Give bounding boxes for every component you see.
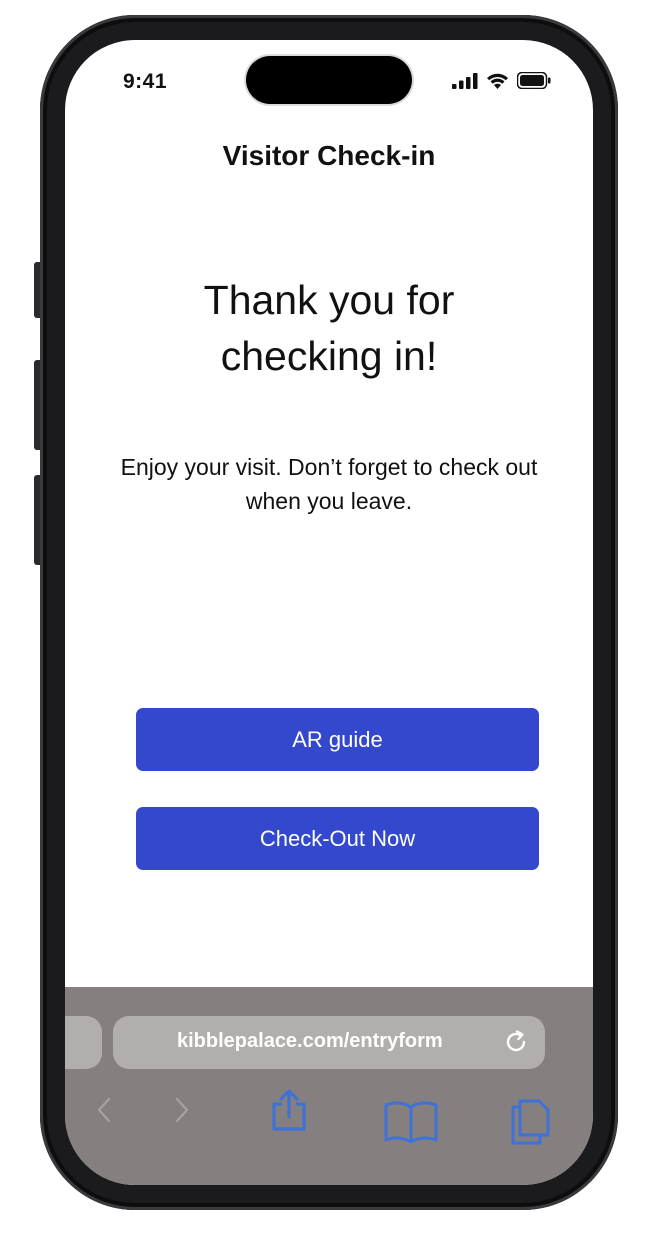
browser-bar: kibblepalace.com/entryform: [65, 987, 593, 1185]
check-out-button[interactable]: Check-Out Now: [136, 807, 539, 870]
back-icon[interactable]: [95, 1095, 113, 1125]
confirmation-message: Enjoy your visit. Don’t forget to check …: [120, 454, 538, 514]
share-icon[interactable]: [268, 1087, 310, 1133]
action-button: [34, 262, 40, 318]
address-bar[interactable]: kibblepalace.com/entryform: [113, 1016, 545, 1069]
dynamic-island: [246, 56, 412, 104]
screen: 9:41 Visitor Check-in Thank you for chec…: [65, 40, 593, 1185]
confirmation-headline: Thank you for checking in!: [203, 277, 455, 379]
battery-icon: [517, 72, 551, 89]
forward-icon[interactable]: [173, 1095, 191, 1125]
status-icons: [452, 72, 551, 89]
previous-tab-pill[interactable]: [65, 1016, 102, 1069]
tabs-icon[interactable]: [508, 1097, 552, 1147]
page-title: Visitor Check-in: [222, 140, 436, 171]
signal-icon: [452, 72, 478, 89]
status-time: 9:41: [123, 70, 168, 93]
volume-up-button: [34, 360, 40, 450]
ar-guide-button[interactable]: AR guide: [136, 708, 539, 771]
wifi-icon: [487, 73, 508, 89]
reload-icon[interactable]: [503, 1029, 529, 1055]
url-text: kibblepalace.com/entryform: [177, 1030, 443, 1052]
volume-down-button: [34, 475, 40, 565]
bookmarks-icon[interactable]: [383, 1099, 439, 1145]
